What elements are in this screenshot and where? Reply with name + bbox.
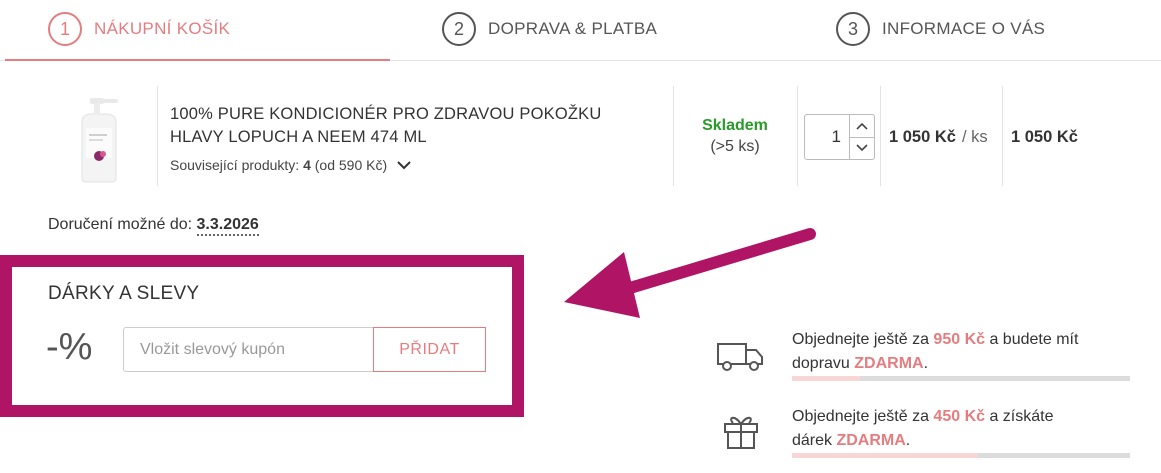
product-image[interactable] [62, 94, 146, 186]
column-divider [1002, 86, 1003, 186]
total-price: 1 050 Kč [1011, 128, 1078, 146]
step-customer-info[interactable]: 3 INFORMACE O VÁS [836, 10, 1045, 48]
promo-text-part: . [923, 355, 929, 372]
related-count: 4 [303, 157, 311, 173]
chevron-up-icon [856, 122, 868, 130]
promo-text-part: a získáte [985, 408, 1054, 425]
chevron-down-icon [856, 144, 868, 152]
discounts-title: DÁRKY A SLEVY [48, 283, 200, 304]
promo-free: ZDARMA [836, 432, 906, 449]
add-coupon-button[interactable]: PŘIDAT [373, 327, 486, 372]
step-number: 2 [442, 12, 476, 46]
quantity-decrease-button[interactable] [850, 138, 874, 160]
promo-text-part: Objednejte ještě za [792, 331, 934, 348]
delivery-date[interactable]: 3.3.2026 [196, 216, 259, 236]
promo-text-part: dárek [792, 432, 837, 449]
promo-text-part: dopravu [792, 355, 855, 372]
chevron-down-icon [397, 157, 411, 173]
step-label: DOPRAVA & PLATBA [488, 19, 658, 38]
shipping-promo-text: Objednejte ještě za 950 Kč a budete mít … [792, 328, 1078, 376]
unit-price: 1 050 Kč / ks [889, 128, 988, 147]
annotation-arrow-icon [560, 226, 820, 331]
delivery-label: Doručení možné do: [48, 216, 193, 233]
delivery-info: Doručení možné do: 3.3.2026 [48, 216, 259, 236]
promo-text-part: Objednejte ještě za [792, 408, 934, 425]
related-price: (od 590 Kč) [314, 157, 388, 173]
promo-text-part: a budete mít [985, 331, 1079, 348]
quantity-arrows [849, 115, 874, 159]
step-label: NÁKUPNÍ KOŠÍK [94, 19, 231, 38]
step-label: INFORMACE O VÁS [882, 19, 1046, 38]
column-divider [673, 86, 674, 186]
column-divider [880, 86, 881, 186]
percent-icon: -% [46, 326, 93, 368]
shipping-progress-bar [792, 376, 1130, 381]
product-name[interactable]: 100% PURE KONDICIONÉR PRO ZDRAVOU POKOŽK… [170, 103, 650, 149]
step-shipping-payment[interactable]: 2 DOPRAVA & PLATBA [442, 10, 657, 48]
active-step-indicator [5, 59, 390, 61]
unit-price-value: 1 050 Kč [889, 128, 956, 146]
promo-amount: 950 Kč [933, 331, 986, 348]
stock-status: Skladem [702, 117, 768, 134]
shipping-progress-fill [792, 376, 860, 381]
step-number: 1 [48, 12, 82, 46]
gift-progress-bar [792, 453, 1130, 458]
column-divider [797, 86, 798, 186]
unit-suffix: / ks [961, 128, 988, 146]
gift-progress-fill [792, 453, 978, 458]
gift-promo-text: Objednejte ještě za 450 Kč a získáte dár… [792, 405, 1054, 453]
related-products-toggle[interactable]: Související produkty: 4 (od 590 Kč) [170, 157, 411, 173]
step-number: 3 [836, 12, 870, 46]
quantity-input[interactable]: 1 [805, 115, 849, 159]
stock-quantity: (>5 ks) [710, 138, 760, 155]
quantity-stepper[interactable]: 1 [804, 114, 875, 160]
stock-info: Skladem (>5 ks) [680, 117, 790, 156]
gift-icon [722, 410, 760, 455]
quantity-increase-button[interactable] [850, 115, 874, 138]
step-cart[interactable]: 1 NÁKUPNÍ KOŠÍK [48, 10, 230, 48]
related-label: Související produkty: [170, 157, 300, 173]
promo-free: ZDARMA [854, 355, 924, 372]
promo-text-part: . [905, 432, 911, 449]
promo-amount: 450 Kč [933, 408, 986, 425]
truck-icon [716, 340, 764, 377]
column-divider [157, 86, 158, 186]
coupon-input[interactable] [123, 327, 375, 372]
